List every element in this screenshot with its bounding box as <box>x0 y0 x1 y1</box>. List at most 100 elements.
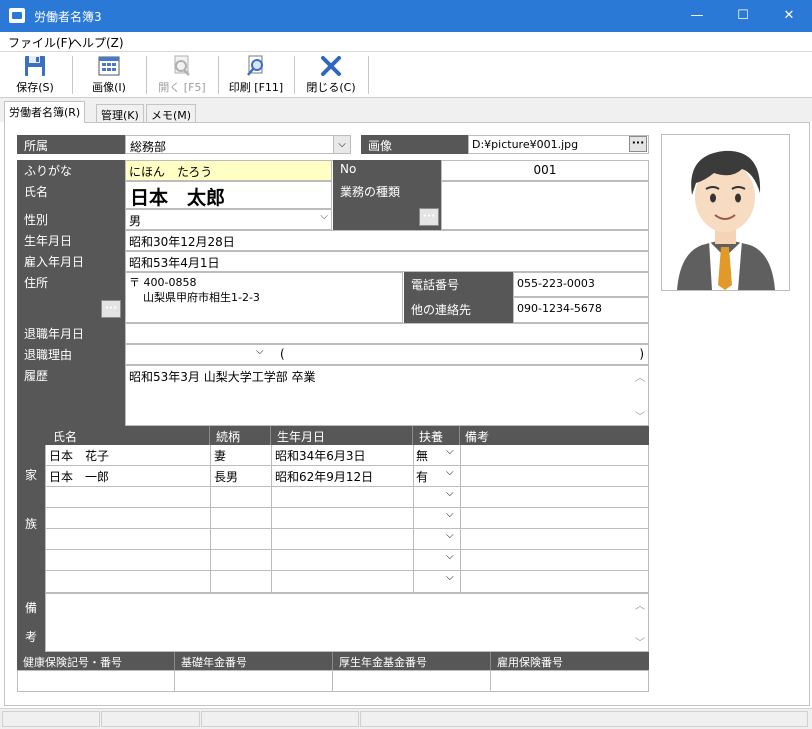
chevron-down-icon[interactable]: ⌵ <box>446 509 454 520</box>
save-button[interactable]: 保存(S) <box>10 54 60 96</box>
address-picker-button[interactable]: ··· <box>101 300 121 318</box>
family-label: 家 族 <box>17 426 45 593</box>
address-label: 住所 ··· <box>17 272 126 323</box>
table-row[interactable]: 日本 一郎 長男 昭和62年9月12日 有 ⌵ <box>46 466 648 487</box>
chevron-down-icon[interactable]: ⌵ <box>320 211 328 222</box>
dept-value: 総務部 <box>130 140 167 154</box>
toolbar: 保存(S) 画像(I) 開く [F5] 印刷 [F11] 閉じる(C) <box>0 52 812 98</box>
family-relation-cell[interactable]: 長男 <box>214 468 238 485</box>
gender-label: 性別 <box>17 209 126 230</box>
basic-pension-input[interactable] <box>174 670 333 692</box>
job-type-text: 業務の種類 <box>340 185 401 199</box>
open-button[interactable]: 開く [F5] <box>154 54 210 96</box>
table-row[interactable]: ⌵ <box>46 550 648 571</box>
close-window-button[interactable]: ✕ <box>766 0 812 32</box>
tab-memo[interactable]: メモ(M) <box>146 104 197 123</box>
health-insurance-input[interactable] <box>17 670 175 692</box>
birth-date-field[interactable]: 昭和30年12月28日 <box>125 230 649 251</box>
scroll-up-icon[interactable]: ︿ <box>635 369 645 384</box>
gender-value: 男 <box>129 214 142 228</box>
pension-fund-input[interactable] <box>332 670 491 692</box>
status-cell <box>360 711 808 727</box>
gender-select[interactable]: 男 ⌵ <box>125 209 332 230</box>
scroll-up-icon[interactable]: ︿ <box>635 597 645 612</box>
phone-field[interactable]: 055-223-0003 <box>513 272 649 297</box>
phone-value: 055-223-0003 <box>517 277 595 290</box>
remarks-textarea[interactable]: ︿ ﹀ <box>45 593 649 652</box>
retire-reason-field[interactable]: ⌵ ( ) <box>125 344 649 365</box>
close-button[interactable]: 閉じる(C) <box>302 54 360 96</box>
chevron-down-icon[interactable]: ⌵ <box>446 572 454 583</box>
remarks-scrollbar[interactable]: ︿ ﹀ <box>632 594 648 651</box>
furigana-input[interactable]: にほん たろう <box>125 160 332 181</box>
document-search-icon <box>170 55 194 77</box>
chevron-down-icon[interactable]: ⌵ <box>256 346 264 357</box>
close-x-icon <box>319 55 343 77</box>
other-contact-field[interactable]: 090-1234-5678 <box>513 297 649 323</box>
hire-date-value: 昭和53年4月1日 <box>129 256 220 270</box>
image-label: 画像(I) <box>92 81 126 94</box>
family-support-cell[interactable]: 無 <box>416 447 428 464</box>
address-value: 山梨県甲府市相生1-2-3 <box>143 291 260 304</box>
save-label: 保存(S) <box>16 81 54 94</box>
chevron-down-icon[interactable]: ⌵ <box>446 530 454 541</box>
history-textarea[interactable]: 昭和53年3月 山梨大学工学部 卒業 ︿ ﹀ <box>125 365 649 426</box>
dept-label: 所属 <box>17 135 126 154</box>
family-header-support: 扶養 <box>419 430 444 444</box>
history-scrollbar[interactable]: ︿ ﹀ <box>632 366 648 425</box>
tab-register[interactable]: 労働者名簿(R) <box>4 101 86 123</box>
tab-management[interactable]: 管理(K) <box>96 104 144 123</box>
no-label: No <box>333 160 442 181</box>
health-insurance-label: 健康保険記号・番号 <box>23 656 122 669</box>
retire-reason-label: 退職理由 <box>17 344 126 365</box>
family-birth-cell[interactable]: 昭和62年9月12日 <box>275 468 373 485</box>
table-row[interactable]: ⌵ <box>46 487 648 508</box>
chevron-down-icon[interactable]: ⌵ <box>446 467 454 478</box>
menu-help[interactable]: ヘルプ(Z) <box>70 34 124 51</box>
minimize-button[interactable]: — <box>674 0 720 32</box>
open-label: 開く [F5] <box>158 81 206 94</box>
address-field[interactable]: 〒 400-0858 山梨県甲府市相生1-2-3 <box>125 272 403 323</box>
no-field[interactable]: 001 <box>441 160 649 181</box>
furigana-label: ふりがな <box>17 160 126 181</box>
other-contact-label: 他の連絡先 <box>404 297 514 323</box>
table-row[interactable]: 日本 花子 妻 昭和34年6月3日 無 ⌵ <box>46 445 648 466</box>
maximize-button[interactable]: ☐ <box>720 0 766 32</box>
birth-date-label: 生年月日 <box>17 230 126 251</box>
chevron-down-icon[interactable]: ⌵ <box>446 446 454 457</box>
app-icon <box>9 8 25 23</box>
retire-date-field[interactable] <box>125 323 649 344</box>
image-button[interactable]: 画像(I) <box>84 54 134 96</box>
table-row[interactable]: ⌵ <box>46 529 648 550</box>
family-name-cell[interactable]: 日本 花子 <box>49 447 109 464</box>
pension-fund-label: 厚生年金基金番号 <box>339 656 427 669</box>
browse-image-button[interactable]: ··· <box>629 136 647 152</box>
close-label: 閉じる(C) <box>306 81 356 94</box>
menu-file[interactable]: ファイル(F) <box>8 34 72 51</box>
family-relation-cell[interactable]: 妻 <box>214 447 226 464</box>
scroll-down-icon[interactable]: ﹀ <box>635 634 645 649</box>
family-support-cell[interactable]: 有 <box>416 468 428 485</box>
image-path-field[interactable]: D:¥picture¥001.jpg ··· <box>468 135 649 154</box>
scroll-down-icon[interactable]: ﹀ <box>635 408 645 423</box>
chevron-down-icon[interactable]: ⌵ <box>446 488 454 499</box>
dept-select[interactable]: 総務部 ⌵ <box>125 135 351 154</box>
family-birth-cell[interactable]: 昭和34年6月3日 <box>275 447 366 464</box>
job-type-picker-button[interactable]: ··· <box>419 208 439 226</box>
employee-illustration <box>677 150 775 290</box>
print-button[interactable]: 印刷 [F11] <box>224 54 288 96</box>
family-header-name: 氏名 <box>53 430 78 444</box>
table-row[interactable]: ⌵ <box>46 571 648 592</box>
toolbar-separator <box>368 56 369 94</box>
window-title: 労働者名簿3 <box>34 10 102 24</box>
job-type-field[interactable] <box>441 181 649 230</box>
hire-date-field[interactable]: 昭和53年4月1日 <box>125 251 649 272</box>
toolbar-separator <box>218 56 219 94</box>
name-input[interactable]: 日本 太郎 <box>125 181 332 209</box>
chevron-down-icon[interactable]: ⌵ <box>446 551 454 562</box>
employment-insurance-input[interactable] <box>490 670 649 692</box>
table-row[interactable]: ⌵ <box>46 508 648 529</box>
family-name-cell[interactable]: 日本 一郎 <box>49 468 109 485</box>
chevron-down-icon[interactable]: ⌵ <box>333 136 350 153</box>
job-type-label: 業務の種類 ··· <box>333 181 442 230</box>
